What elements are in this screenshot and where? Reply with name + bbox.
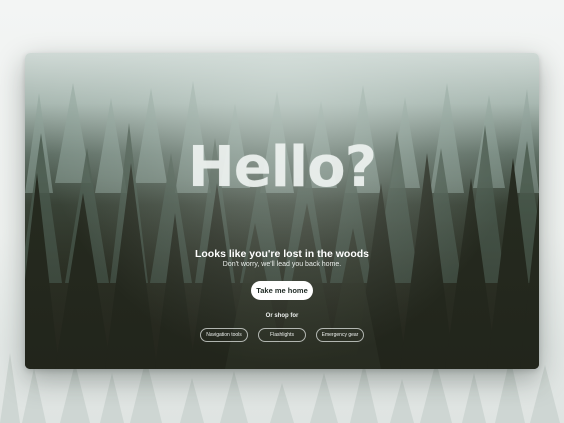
lost-subtitle: Don't worry, we'll lead you back home. bbox=[222, 261, 342, 268]
chip-emergency-gear[interactable]: Emergency gear bbox=[316, 328, 364, 342]
shop-chips: Navigation tools Flashlights Emergency g… bbox=[0, 328, 564, 342]
shade-overlay bbox=[25, 53, 539, 369]
shop-label: Or shop for bbox=[265, 313, 299, 319]
chip-flashlights[interactable]: Flashlights bbox=[258, 328, 306, 342]
not-found-card bbox=[25, 53, 539, 369]
chip-navigation-tools[interactable]: Navigation tools bbox=[200, 328, 248, 342]
hello-headline: Hello? bbox=[187, 135, 377, 200]
take-me-home-button[interactable]: Take me home bbox=[251, 281, 313, 300]
lost-title: Looks like you're lost in the woods bbox=[194, 248, 370, 260]
